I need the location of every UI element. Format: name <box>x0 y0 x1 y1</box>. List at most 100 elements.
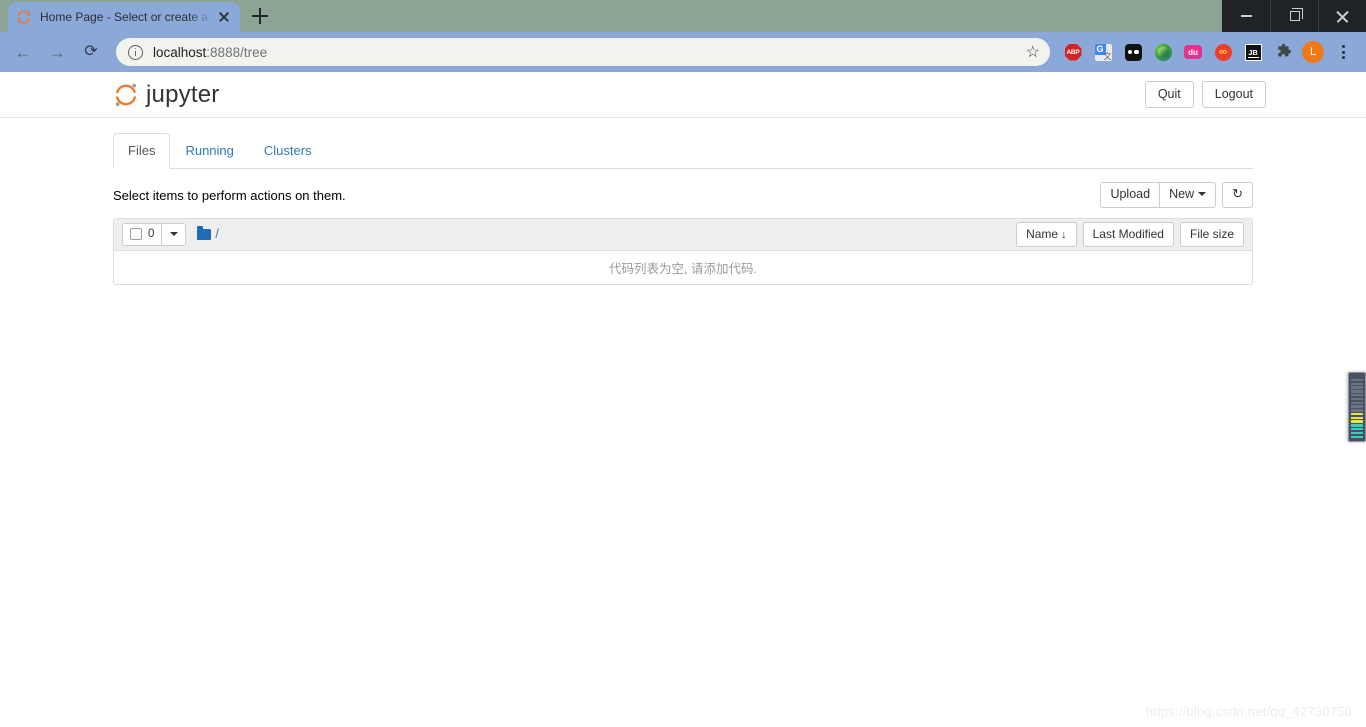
extensions-strip: ABP du ∞ JB <box>1058 37 1358 67</box>
reload-button[interactable]: ⟳ <box>76 37 106 67</box>
tab-strip: Home Page - Select or create a <box>0 0 1366 32</box>
window-restore-button[interactable] <box>1270 0 1318 32</box>
extension-jetbrains[interactable]: JB <box>1238 37 1268 67</box>
audio-level-meter[interactable] <box>1348 372 1366 442</box>
select-all-checkbox[interactable] <box>130 228 142 241</box>
eq-bar <box>1351 435 1363 438</box>
eq-bar <box>1351 378 1363 382</box>
adblock-plus-icon: ABP <box>1064 43 1082 61</box>
watermark: https://blog.csdn.net/qq_42730750 <box>1145 704 1352 719</box>
tab-close-icon[interactable] <box>216 9 232 25</box>
browser-tab-title: Home Page - Select or create a <box>40 10 209 24</box>
url-path: :8888/tree <box>206 44 268 60</box>
arrow-down-icon: ↓ <box>1061 228 1067 241</box>
extension-baidu[interactable]: du <box>1178 37 1208 67</box>
window-controls <box>1222 0 1366 32</box>
chevron-down-icon <box>1198 192 1207 197</box>
window-close-button[interactable] <box>1318 0 1366 32</box>
sort-name-button[interactable]: Name ↓ <box>1016 221 1077 248</box>
eq-bar <box>1351 409 1363 412</box>
browser-menu-button[interactable] <box>1328 37 1358 67</box>
select-all-group: 0 <box>122 222 187 246</box>
window-minimize-button[interactable] <box>1222 0 1270 32</box>
jupyter-header-actions: Quit Logout <box>1144 80 1266 109</box>
selection-hint: Select items to perform actions on them. <box>113 187 346 203</box>
sort-last-modified-button[interactable]: Last Modified <box>1082 221 1174 248</box>
eq-bar <box>1351 394 1363 397</box>
sidebar-item-clusters[interactable]: Clusters <box>249 133 327 169</box>
file-list-header: 0 / Name ↓ Last Modified File size <box>114 218 1252 251</box>
jupyter-tab-bar: Files Running Clusters <box>113 133 1253 170</box>
empty-list-message: 代码列表为空, 请添加代码. <box>114 250 1252 284</box>
upload-button[interactable]: Upload <box>1100 182 1161 208</box>
download-manager-icon <box>1154 43 1172 61</box>
back-arrow-icon: ← <box>14 42 32 62</box>
new-dropdown-button[interactable]: New <box>1159 182 1217 208</box>
refresh-button[interactable]: ↻ <box>1222 182 1253 208</box>
forward-arrow-icon: → <box>48 42 66 62</box>
new-tab-button[interactable] <box>246 2 274 30</box>
google-translate-icon <box>1094 43 1112 61</box>
extension-adblock-plus[interactable]: ABP <box>1058 37 1088 67</box>
back-button[interactable]: ← <box>8 37 38 67</box>
selected-count: 0 <box>148 228 155 241</box>
extension-two-dots[interactable] <box>1118 37 1148 67</box>
chevron-down-icon <box>169 231 178 236</box>
eq-bar <box>1351 386 1363 389</box>
reload-icon: ⟳ <box>84 43 98 60</box>
avatar: L <box>1302 41 1324 63</box>
jupyter-body: Files Running Clusters Select items to p… <box>0 133 1366 285</box>
sidebar-item-running[interactable]: Running <box>170 133 248 169</box>
sort-file-size-button[interactable]: File size <box>1179 221 1244 248</box>
eq-bar <box>1351 420 1363 423</box>
jetbrains-icon: JB <box>1244 43 1262 61</box>
eq-bar <box>1351 397 1363 401</box>
extension-download-manager[interactable] <box>1148 37 1178 67</box>
eq-bar <box>1351 424 1363 427</box>
bookmark-star-icon[interactable]: ☆ <box>1018 42 1040 62</box>
folder-icon <box>197 226 212 240</box>
file-list-panel: 0 / Name ↓ Last Modified File size 代码列表为… <box>113 217 1253 285</box>
actions-right: Upload New ↻ <box>1100 182 1253 208</box>
eq-bar <box>1351 416 1363 420</box>
url-text: localhost:8888/tree <box>153 45 267 60</box>
site-info-icon[interactable] <box>128 44 143 60</box>
infinity-icon: ∞ <box>1214 43 1232 61</box>
jupyter-favicon-icon <box>16 9 32 25</box>
sidebar-item-files[interactable]: Files <box>113 133 171 170</box>
extensions-menu-button[interactable] <box>1268 37 1298 67</box>
profile-avatar[interactable]: L <box>1298 37 1328 67</box>
browser-window: Home Page - Select or create a ← → ⟳ loc… <box>0 0 1366 727</box>
breadcrumb: / <box>197 226 219 241</box>
eq-bar <box>1351 428 1363 431</box>
eq-bar <box>1351 405 1363 408</box>
upload-new-group: Upload New <box>1100 182 1217 208</box>
eq-bar <box>1351 382 1363 386</box>
two-dots-icon <box>1124 43 1142 61</box>
refresh-icon: ↻ <box>1232 186 1243 202</box>
file-list-header-left: 0 / <box>122 222 219 246</box>
extension-infinity[interactable]: ∞ <box>1208 37 1238 67</box>
browser-toolbar: ← → ⟳ localhost:8888/tree ☆ ABP G 文 du ∞… <box>0 32 1366 72</box>
forward-button[interactable]: → <box>42 37 72 67</box>
breadcrumb-root[interactable]: / <box>215 227 218 241</box>
baidu-icon: du <box>1184 45 1202 59</box>
jupyter-logo[interactable]: jupyter <box>113 81 219 109</box>
jupyter-header: jupyter Quit Logout <box>0 72 1366 118</box>
kebab-menu-icon <box>1341 45 1345 59</box>
jupyter-logo-icon <box>113 82 139 108</box>
select-all-checkbox-button[interactable]: 0 <box>122 222 163 246</box>
eq-bar <box>1351 390 1363 393</box>
sort-buttons: Name ↓ Last Modified File size <box>1010 221 1244 248</box>
logout-button[interactable]: Logout <box>1201 80 1266 109</box>
quit-button[interactable]: Quit <box>1144 80 1194 109</box>
eq-bar <box>1351 431 1363 435</box>
browser-tab-active[interactable]: Home Page - Select or create a <box>8 2 240 32</box>
selection-dropdown-button[interactable] <box>162 222 187 246</box>
url-host: localhost <box>153 44 207 60</box>
eq-bar <box>1351 401 1363 404</box>
extension-google-translate[interactable] <box>1088 37 1118 67</box>
jupyter-brand-text: jupyter <box>146 80 220 108</box>
address-bar[interactable]: localhost:8888/tree ☆ <box>116 38 1050 66</box>
page-content: jupyter Quit Logout Files Running Cluste… <box>0 72 1366 727</box>
